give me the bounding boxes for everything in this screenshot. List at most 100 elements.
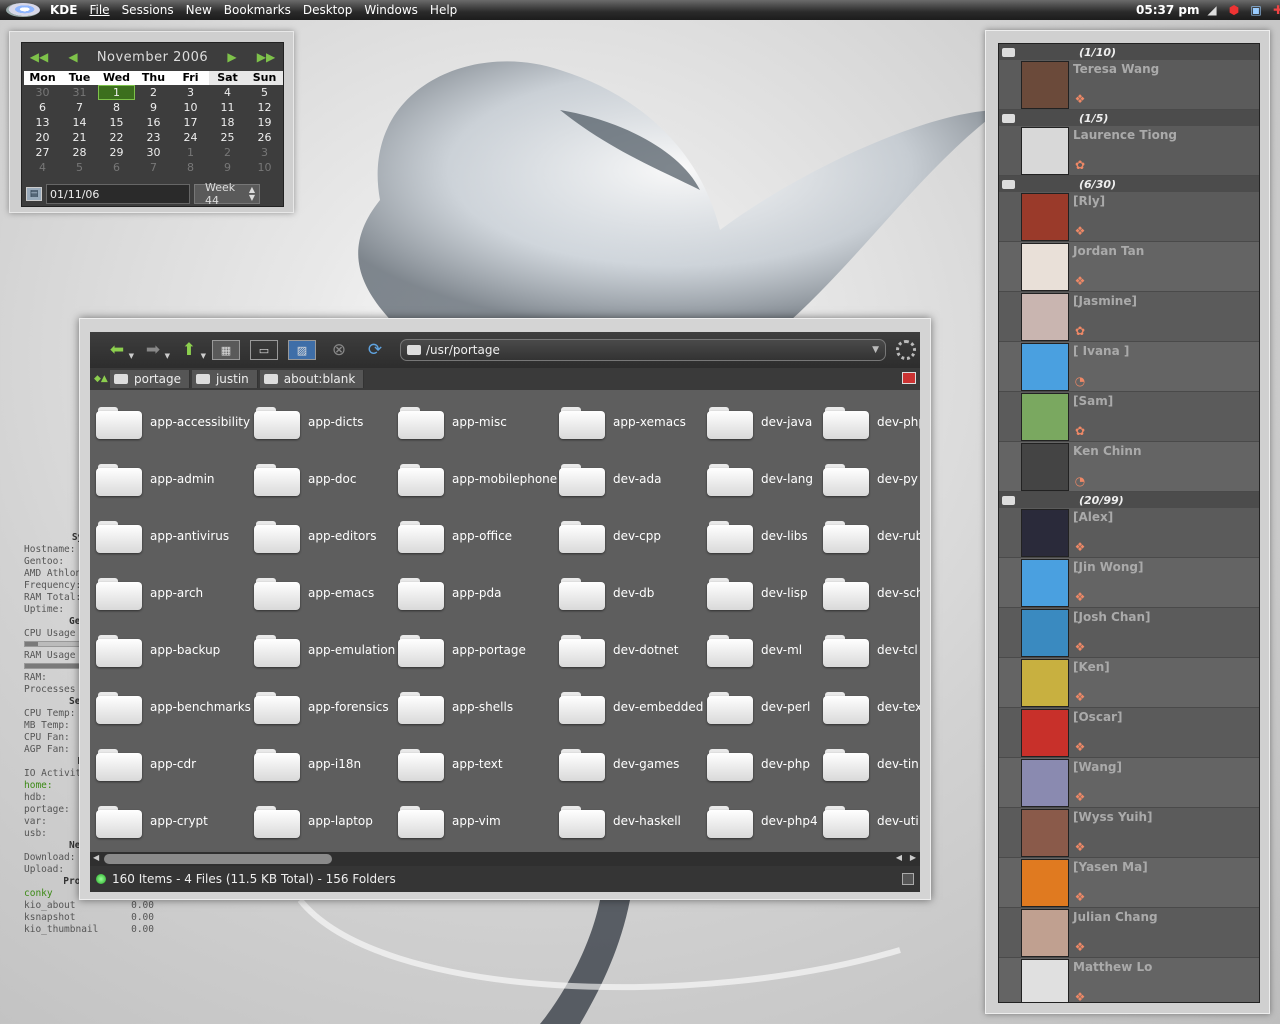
folder-item[interactable]: app-portage bbox=[398, 630, 526, 670]
calendar-day[interactable]: 2 bbox=[135, 85, 172, 100]
bookmark-menu-icon[interactable] bbox=[902, 372, 916, 384]
reload-icon[interactable]: ⟳ bbox=[362, 338, 388, 362]
menu-new[interactable]: New bbox=[180, 3, 218, 17]
icon-view-icon[interactable]: ▦ bbox=[212, 340, 240, 360]
folder-item[interactable]: app-accessibility bbox=[96, 402, 250, 442]
contact-item[interactable]: [Yasen Ma] ❖ bbox=[999, 858, 1259, 908]
folder-item[interactable]: app-vim bbox=[398, 801, 501, 841]
kde-logo-icon[interactable] bbox=[0, 0, 44, 20]
contact-item[interactable]: Julian Chang ❖ bbox=[999, 908, 1259, 958]
menu-kde[interactable]: KDE bbox=[44, 3, 83, 17]
folder-item[interactable]: app-xemacs bbox=[559, 402, 686, 442]
folder-item[interactable]: app-office bbox=[398, 516, 512, 556]
scroll-left-icon[interactable]: ◀ bbox=[93, 853, 99, 862]
calendar-day[interactable]: 27 bbox=[24, 145, 61, 160]
folder-item[interactable]: dev-sch bbox=[823, 573, 920, 613]
folder-item[interactable]: app-emulation bbox=[254, 630, 395, 670]
menu-file[interactable]: File bbox=[83, 3, 115, 17]
calendar-day[interactable]: 1 bbox=[172, 145, 209, 160]
calendar-day[interactable]: 18 bbox=[209, 115, 246, 130]
calendar-day[interactable]: 3 bbox=[246, 145, 283, 160]
next-year-icon[interactable]: ▶▶ bbox=[249, 50, 283, 64]
folder-item[interactable]: dev-db bbox=[559, 573, 654, 613]
contact-item[interactable]: [Wang] ❖ bbox=[999, 758, 1259, 808]
calendar-day[interactable]: 16 bbox=[135, 115, 172, 130]
week-selector[interactable]: Week 44 ▲ ▼ bbox=[194, 181, 260, 207]
contact-group-header[interactable]: (20/99) bbox=[999, 492, 1259, 508]
folder-item[interactable]: app-shells bbox=[398, 687, 513, 727]
contact-item[interactable]: [Wyss Yuih] ❖ bbox=[999, 808, 1259, 858]
calendar-day[interactable]: 10 bbox=[172, 100, 209, 115]
window-view-icon[interactable]: ▭ bbox=[250, 340, 278, 360]
calendar-day[interactable]: 11 bbox=[209, 100, 246, 115]
folder-item[interactable]: app-forensics bbox=[254, 687, 389, 727]
folder-item[interactable]: app-backup bbox=[96, 630, 220, 670]
network-icon[interactable]: ⬢ bbox=[1226, 2, 1242, 18]
folder-item[interactable]: dev-dotnet bbox=[559, 630, 678, 670]
calendar-today-icon[interactable]: ▤ bbox=[26, 187, 42, 201]
calendar-day[interactable]: 19 bbox=[246, 115, 283, 130]
resize-grip-icon[interactable] bbox=[902, 873, 914, 885]
scroll-right-icon[interactable]: ▶ bbox=[910, 853, 916, 862]
folder-item[interactable]: app-admin bbox=[96, 459, 215, 499]
stop-icon[interactable]: ⊗ bbox=[326, 338, 352, 362]
folder-item[interactable]: dev-ada bbox=[559, 459, 661, 499]
bookmark-portage[interactable]: portage bbox=[110, 370, 190, 388]
contact-item[interactable]: [Rly] ❖ bbox=[999, 192, 1259, 242]
prev-year-icon[interactable]: ◀◀ bbox=[22, 50, 56, 64]
calendar-month-title[interactable]: November 2006 bbox=[90, 50, 215, 65]
folder-item[interactable]: dev-lisp bbox=[707, 573, 808, 613]
up-arrow-icon[interactable]: ⬆ ▼ bbox=[176, 338, 206, 362]
menu-bookmarks[interactable]: Bookmarks bbox=[218, 3, 297, 17]
contact-item[interactable]: [Jasmine] ✿ bbox=[999, 292, 1259, 342]
scrollbar-thumb[interactable] bbox=[104, 854, 332, 864]
folder-item[interactable]: dev-ml bbox=[707, 630, 802, 670]
menu-desktop[interactable]: Desktop bbox=[297, 3, 359, 17]
calendar-day[interactable]: 2 bbox=[209, 145, 246, 160]
date-field[interactable] bbox=[46, 184, 190, 204]
calendar-day[interactable]: 6 bbox=[24, 100, 61, 115]
contact-item[interactable]: [Sam] ✿ bbox=[999, 392, 1259, 442]
calendar-day[interactable]: 4 bbox=[24, 160, 61, 175]
scroll-left-icon[interactable]: ◀ bbox=[896, 853, 902, 862]
calendar-day[interactable]: 25 bbox=[209, 130, 246, 145]
contact-item[interactable]: [Ken] ❖ bbox=[999, 658, 1259, 708]
folder-item[interactable]: app-doc bbox=[254, 459, 356, 499]
calendar-day[interactable]: 9 bbox=[135, 100, 172, 115]
contact-item[interactable]: Matthew Lo ❖ bbox=[999, 958, 1259, 1002]
folder-item[interactable]: dev-cpp bbox=[559, 516, 661, 556]
contact-group-header[interactable]: (1/5) bbox=[999, 110, 1259, 126]
calendar-day[interactable]: 14 bbox=[61, 115, 98, 130]
folder-item[interactable]: app-laptop bbox=[254, 801, 373, 841]
folder-item[interactable]: dev-java bbox=[707, 402, 812, 442]
calendar-day[interactable]: 6 bbox=[98, 160, 135, 175]
calendar-day-selected[interactable]: 1 bbox=[98, 85, 135, 100]
chevron-down-icon[interactable]: ▼ bbox=[872, 345, 879, 355]
folder-item[interactable]: app-benchmarks bbox=[96, 687, 251, 727]
contact-item[interactable]: Laurence Tiong ✿ bbox=[999, 126, 1259, 176]
calendar-day[interactable]: 28 bbox=[61, 145, 98, 160]
forward-arrow-icon[interactable]: ➡ ▼ bbox=[140, 338, 170, 362]
calendar-day[interactable]: 7 bbox=[135, 160, 172, 175]
image-view-icon[interactable]: ▨ bbox=[288, 340, 316, 360]
contact-item[interactable]: [ Ivana ] ◔ bbox=[999, 342, 1259, 392]
contact-group-header[interactable]: (6/30) bbox=[999, 176, 1259, 192]
calendar-day[interactable]: 8 bbox=[172, 160, 209, 175]
contact-item[interactable]: Ken Chinn ◔ bbox=[999, 442, 1259, 492]
folder-item[interactable]: dev-py bbox=[823, 459, 918, 499]
folder-item[interactable]: app-mobilephone bbox=[398, 459, 557, 499]
calendar-day[interactable]: 9 bbox=[209, 160, 246, 175]
bookmark-handle-icon[interactable]: ◆▲ bbox=[94, 374, 108, 384]
calendar-day[interactable]: 7 bbox=[61, 100, 98, 115]
folder-item[interactable]: app-arch bbox=[96, 573, 203, 613]
folder-item[interactable]: app-misc bbox=[398, 402, 507, 442]
calendar-day[interactable]: 12 bbox=[246, 100, 283, 115]
contact-item[interactable]: [Jin Wong] ❖ bbox=[999, 558, 1259, 608]
calendar-day[interactable]: 23 bbox=[135, 130, 172, 145]
calendar-day[interactable]: 13 bbox=[24, 115, 61, 130]
calendar-day[interactable]: 17 bbox=[172, 115, 209, 130]
folder-item[interactable]: app-cdr bbox=[96, 744, 196, 784]
folder-item[interactable]: dev-perl bbox=[707, 687, 810, 727]
bookmark-about-blank[interactable]: about:blank bbox=[259, 370, 365, 388]
calendar-day[interactable]: 5 bbox=[61, 160, 98, 175]
